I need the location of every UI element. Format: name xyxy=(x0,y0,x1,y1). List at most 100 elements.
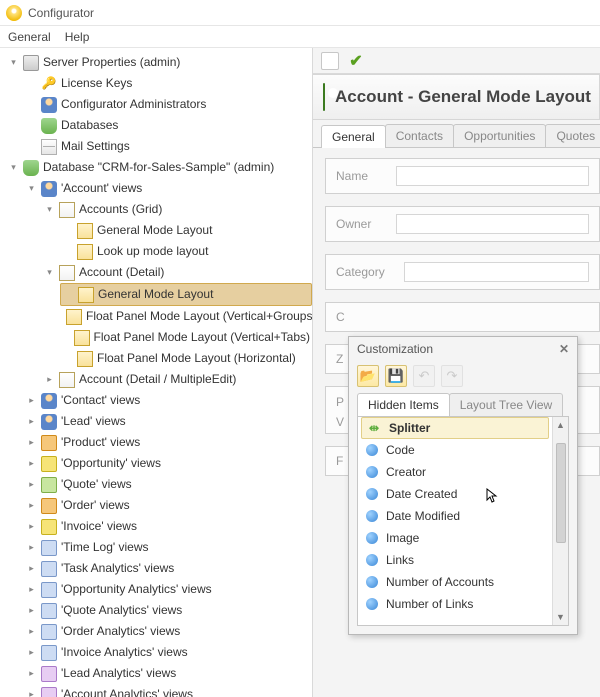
tree-lead[interactable]: 'Lead' views xyxy=(61,411,126,432)
tree-invoice-an[interactable]: 'Invoice Analytics' views xyxy=(61,642,188,663)
expand-icon[interactable]: ▾ xyxy=(44,267,55,278)
tree-task-an[interactable]: 'Task Analytics' views xyxy=(61,558,174,579)
save-icon[interactable]: 💾 xyxy=(385,365,407,387)
tree-server-root[interactable]: Server Properties (admin) xyxy=(43,52,180,73)
hidden-item-creator[interactable]: Creator xyxy=(358,461,552,483)
expand-icon[interactable]: ▸ xyxy=(26,458,37,469)
menubar: General Help xyxy=(0,26,600,48)
tab-opportunities[interactable]: Opportunities xyxy=(453,124,546,147)
popup-tab-hidden[interactable]: Hidden Items xyxy=(357,393,450,416)
expand-icon[interactable]: ▾ xyxy=(26,183,37,194)
expand-icon[interactable]: ▸ xyxy=(44,374,55,385)
tree-quote[interactable]: 'Quote' views xyxy=(61,474,132,495)
tree-account-views[interactable]: 'Account' views xyxy=(61,178,142,199)
hidden-item-num-links[interactable]: Number of Links xyxy=(358,593,552,615)
database-icon xyxy=(23,160,39,176)
tree-mail[interactable]: Mail Settings xyxy=(61,136,130,157)
tree-admins[interactable]: Configurator Administrators xyxy=(61,94,206,115)
scroll-down-icon[interactable]: ▼ xyxy=(553,609,568,625)
hidden-item-label: Date Modified xyxy=(386,509,460,523)
popup-titlebar[interactable]: Customization ✕ xyxy=(349,337,577,361)
apply-icon[interactable]: ✔ xyxy=(347,52,365,70)
tree-db-root[interactable]: Database "CRM-for-Sales-Sample" (admin) xyxy=(43,157,274,178)
customization-popup[interactable]: Customization ✕ 📂 💾 ↶ ↷ Hidden Items Lay… xyxy=(348,336,578,635)
hidden-item-num-accounts[interactable]: Number of Accounts xyxy=(358,571,552,593)
field-dot-icon xyxy=(366,576,378,588)
layout-icon xyxy=(77,223,93,239)
tree-account-an[interactable]: 'Account Analytics' views xyxy=(61,684,193,697)
field-name[interactable]: Name xyxy=(325,158,600,194)
expand-icon[interactable]: ▸ xyxy=(26,521,37,532)
tree-product[interactable]: 'Product' views xyxy=(61,432,140,453)
scroll-up-icon[interactable]: ▲ xyxy=(553,417,568,433)
popup-tab-tree[interactable]: Layout Tree View xyxy=(449,393,564,416)
expand-icon[interactable]: ▾ xyxy=(8,162,19,173)
tree-account-detail[interactable]: Account (Detail) xyxy=(79,262,164,283)
tree-accounts-grid[interactable]: Accounts (Grid) xyxy=(79,199,162,220)
tree-grid-general[interactable]: General Mode Layout xyxy=(97,220,212,241)
input-name[interactable] xyxy=(396,166,589,186)
expand-icon[interactable]: ▸ xyxy=(26,626,37,637)
tree-detail-general[interactable]: General Mode Layout xyxy=(98,284,213,305)
tree-databases[interactable]: Databases xyxy=(61,115,118,136)
tab-general[interactable]: General xyxy=(321,125,386,148)
expand-icon[interactable]: ▾ xyxy=(44,204,55,215)
tree-order[interactable]: 'Order' views xyxy=(61,495,130,516)
key-icon: 🔑 xyxy=(41,76,57,92)
menu-general[interactable]: General xyxy=(8,30,51,44)
tree-opportunity[interactable]: 'Opportunity' views xyxy=(61,453,161,474)
expand-icon[interactable]: ▸ xyxy=(26,647,37,658)
hidden-item-links[interactable]: Links xyxy=(358,549,552,571)
expand-icon[interactable]: ▸ xyxy=(26,584,37,595)
menu-help[interactable]: Help xyxy=(65,30,90,44)
expand-icon[interactable]: ▸ xyxy=(26,605,37,616)
expand-icon[interactable]: ▸ xyxy=(26,542,37,553)
layout-icon xyxy=(66,309,82,325)
undo-icon[interactable]: ↶ xyxy=(413,365,435,387)
tree-lead-an[interactable]: 'Lead Analytics' views xyxy=(61,663,176,684)
expand-icon[interactable]: ▸ xyxy=(26,563,37,574)
hidden-item-image[interactable]: Image xyxy=(358,527,552,549)
redo-icon[interactable]: ↷ xyxy=(441,365,463,387)
input-owner[interactable] xyxy=(396,214,589,234)
hidden-item-date-modified[interactable]: Date Modified xyxy=(358,505,552,527)
field-category[interactable]: Category xyxy=(325,254,600,290)
hidden-item-code[interactable]: Code xyxy=(358,439,552,461)
field-c[interactable]: C xyxy=(325,302,600,332)
expand-icon[interactable]: ▾ xyxy=(8,57,19,68)
tree-quote-an[interactable]: 'Quote Analytics' views xyxy=(61,600,182,621)
document-icon[interactable] xyxy=(321,52,339,70)
hidden-item-splitter[interactable]: ⇹ Splitter xyxy=(361,417,549,439)
input-category[interactable] xyxy=(404,262,589,282)
tree-license[interactable]: License Keys xyxy=(61,73,132,94)
tree-detail-float-vt[interactable]: Float Panel Mode Layout (Vertical+Tabs) xyxy=(94,327,310,348)
open-icon[interactable]: 📂 xyxy=(357,365,379,387)
expand-icon[interactable]: ▸ xyxy=(26,689,37,697)
tree-invoice[interactable]: 'Invoice' views xyxy=(61,516,137,537)
hidden-item-date-created[interactable]: Date Created xyxy=(358,483,552,505)
expand-icon[interactable]: ▸ xyxy=(26,668,37,679)
tree-timelog[interactable]: 'Time Log' views xyxy=(61,537,149,558)
expand-icon[interactable]: ▸ xyxy=(26,479,37,490)
tree-grid-lookup[interactable]: Look up mode layout xyxy=(97,241,208,262)
tree-account-multi[interactable]: Account (Detail / MultipleEdit) xyxy=(79,369,236,390)
editor-title: Account - General Mode Layout xyxy=(335,87,591,107)
expand-icon[interactable]: ▸ xyxy=(26,395,37,406)
expand-icon[interactable]: ▸ xyxy=(26,416,37,427)
tab-contacts[interactable]: Contacts xyxy=(385,124,454,147)
field-dot-icon xyxy=(366,598,378,610)
tree-order-an[interactable]: 'Order Analytics' views xyxy=(61,621,180,642)
tree-detail-float-vg[interactable]: Float Panel Mode Layout (Vertical+Groups… xyxy=(86,306,313,327)
tree-contact[interactable]: 'Contact' views xyxy=(61,390,140,411)
scrollbar[interactable]: ▲ ▼ xyxy=(552,417,568,625)
label-category: Category xyxy=(336,265,396,279)
field-owner[interactable]: Owner xyxy=(325,206,600,242)
tree-opp-an[interactable]: 'Opportunity Analytics' views xyxy=(61,579,212,600)
expand-icon[interactable]: ▸ xyxy=(26,437,37,448)
tab-quotes[interactable]: Quotes xyxy=(545,124,600,147)
close-icon[interactable]: ✕ xyxy=(559,342,569,356)
expand-icon[interactable]: ▸ xyxy=(26,500,37,511)
navigation-tree[interactable]: ▾ Server Properties (admin) 🔑License Key… xyxy=(2,52,312,697)
scroll-thumb[interactable] xyxy=(556,443,566,543)
tree-detail-float-h[interactable]: Float Panel Mode Layout (Horizontal) xyxy=(97,348,296,369)
